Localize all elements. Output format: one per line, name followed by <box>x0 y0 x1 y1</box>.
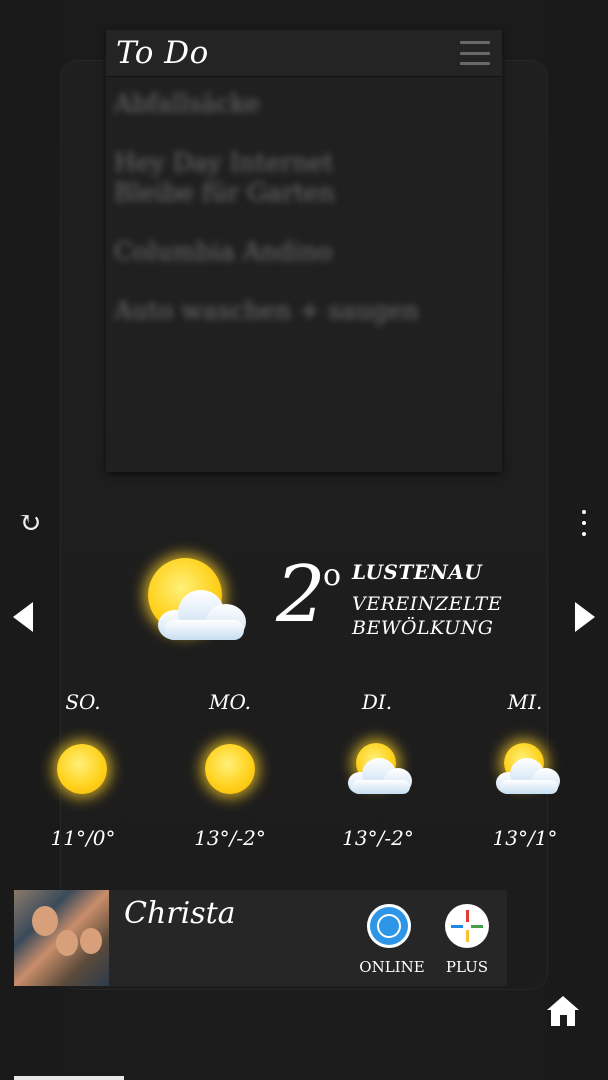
todo-widget: To Do Abfallsäcke Hey Day Internet Bleib… <box>106 30 502 472</box>
forecast-day: SO. <box>65 690 101 714</box>
next-page-arrow-icon[interactable] <box>575 602 595 632</box>
contact-photo[interactable] <box>14 890 109 986</box>
forecast-day: MO. <box>208 690 252 714</box>
todo-item[interactable]: Columbia Andino <box>114 237 502 267</box>
todo-item[interactable]: Abfallsäcke <box>114 89 502 119</box>
page-indicator <box>14 1076 124 1080</box>
forecast-day: DI. <box>361 690 393 714</box>
forecast-day: MI. <box>507 690 543 714</box>
todo-item[interactable]: Auto waschen + saugen <box>114 296 502 326</box>
contact-widget[interactable]: Christa ONLINE PLUS <box>14 890 507 986</box>
whatsapp-icon[interactable] <box>367 904 411 948</box>
refresh-icon[interactable]: ↻ <box>18 508 44 538</box>
sun-icon <box>57 744 107 794</box>
current-temperature: 2 <box>276 550 326 640</box>
more-options-icon[interactable] <box>576 510 592 536</box>
plus-label: PLUS <box>445 958 489 976</box>
contact-name: Christa <box>124 896 236 931</box>
forecast-temperature-range: 13°/-2° <box>194 826 266 850</box>
previous-page-arrow-icon[interactable] <box>13 602 33 632</box>
menu-icon[interactable] <box>460 41 490 65</box>
city-name: LUSTENAU <box>352 560 483 584</box>
right-margin <box>548 0 608 1080</box>
weather-condition: VEREINZELTE BEWÖLKUNG <box>352 593 503 639</box>
todo-list: Abfallsäcke Hey Day Internet Bleibe für … <box>106 77 502 326</box>
forecast-temperature-range: 13°/1° <box>492 826 558 850</box>
todo-item[interactable]: Hey Day Internet Bleibe für Garten <box>114 148 502 208</box>
forecast-temperature-range: 13°/-2° <box>342 826 414 850</box>
whatsapp-status-label: ONLINE <box>359 958 425 976</box>
google-plus-icon[interactable] <box>445 904 489 948</box>
degree-symbol: o <box>323 558 342 593</box>
todo-title: To Do <box>116 35 209 71</box>
sun-icon <box>205 744 255 794</box>
forecast-temperature-range: 11°/0° <box>50 826 116 850</box>
home-icon[interactable] <box>547 996 579 1028</box>
todo-header: To Do <box>106 30 502 77</box>
